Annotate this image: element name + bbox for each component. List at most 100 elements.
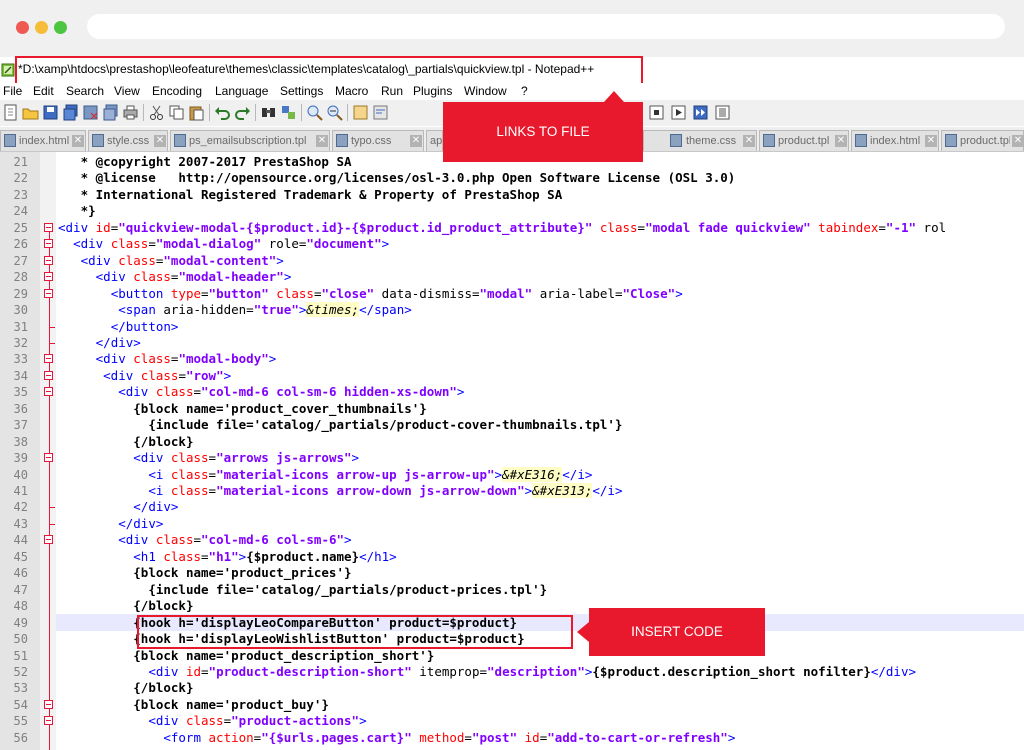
- code-editor[interactable]: 21 * @copyright 2007-2017 PrestaShop SA 2…: [0, 152, 1024, 750]
- fold-toggle-icon[interactable]: [44, 222, 53, 232]
- open-file-icon[interactable]: [22, 104, 39, 121]
- tab-theme-css[interactable]: theme.css ✕: [643, 130, 757, 151]
- copy-icon[interactable]: [168, 104, 185, 121]
- paste-icon[interactable]: [188, 104, 205, 121]
- tab-close-icon[interactable]: ✕: [316, 135, 328, 147]
- minimize-window-dot[interactable]: [35, 21, 48, 34]
- code-token: {include file='catalog/_partials/product…: [148, 417, 623, 433]
- code-token: tabindex: [818, 219, 879, 235]
- code-token: "material-icons arrow-up js-arrow-up": [216, 466, 495, 482]
- menu-run[interactable]: Run: [381, 84, 403, 98]
- code-token: </i>: [592, 483, 623, 498]
- print-icon[interactable]: [122, 104, 139, 121]
- file-icon: [4, 134, 16, 147]
- code-token: <div: [58, 219, 96, 235]
- fold-toggle-icon[interactable]: [44, 453, 53, 463]
- replace-icon[interactable]: [280, 104, 297, 121]
- tab-product-tpl[interactable]: product.tpl ✕: [759, 130, 849, 151]
- code-token: "col-md-6 col-sm-6": [201, 532, 345, 548]
- tab-close-icon[interactable]: ✕: [835, 135, 847, 147]
- tab-product-tpl-2[interactable]: product.tpl ✕: [941, 130, 1024, 151]
- tab-close-icon[interactable]: ✕: [410, 135, 422, 147]
- fold-toggle-icon[interactable]: [44, 255, 53, 265]
- tab-close-icon[interactable]: ✕: [925, 135, 937, 147]
- zoom-in-icon[interactable]: [306, 104, 323, 121]
- cut-icon[interactable]: [148, 104, 165, 121]
- fold-toggle-icon[interactable]: [44, 387, 53, 397]
- code-token: <div: [103, 367, 141, 383]
- tab-typo-css[interactable]: typo.css ✕: [332, 130, 424, 151]
- redo-icon[interactable]: [234, 104, 251, 121]
- fold-toggle-icon[interactable]: [44, 354, 53, 364]
- tab-ps-emailsubscription[interactable]: ps_emailsubscription.tpl ✕: [170, 130, 330, 151]
- code-token: class: [276, 285, 314, 301]
- close-window-dot[interactable]: [16, 21, 29, 34]
- tab-style-css[interactable]: style.css ✕: [88, 130, 168, 151]
- code-line: </button>: [58, 319, 179, 335]
- code-line: {block name='product_buy'}: [58, 697, 329, 713]
- code-token: "product-actions": [231, 713, 360, 729]
- menu-settings[interactable]: Settings: [280, 84, 323, 98]
- maximize-window-dot[interactable]: [54, 21, 67, 34]
- code-line: <div class="col-md-6 col-sm-6 hidden-xs-…: [58, 384, 464, 400]
- toolbar-separator: [255, 104, 256, 121]
- fold-toggle-icon[interactable]: [44, 699, 53, 709]
- word-wrap-icon[interactable]: [372, 104, 389, 121]
- fold-toggle-icon[interactable]: [44, 535, 53, 545]
- menu-view[interactable]: View: [114, 84, 140, 98]
- close-all-icon[interactable]: [102, 104, 119, 121]
- menu-help[interactable]: ?: [521, 84, 528, 98]
- code-line: * International Registered Trademark & P…: [58, 187, 563, 203]
- code-token: "-1": [885, 219, 917, 235]
- line-number: 49: [13, 615, 28, 630]
- line-number: 38: [13, 434, 28, 449]
- menu-edit[interactable]: Edit: [33, 84, 54, 98]
- menu-search[interactable]: Search: [66, 84, 104, 98]
- code-token: =: [464, 729, 472, 745]
- new-file-icon[interactable]: [2, 104, 19, 121]
- line-number: 29: [13, 286, 28, 301]
- line-number: 27: [13, 253, 28, 268]
- close-file-icon[interactable]: [82, 104, 99, 121]
- fold-toggle-icon[interactable]: [44, 272, 53, 282]
- menu-encoding[interactable]: Encoding: [152, 84, 202, 98]
- menu-language[interactable]: Language: [215, 84, 268, 98]
- tab-close-icon[interactable]: ✕: [1012, 135, 1024, 147]
- tab-index-html-2[interactable]: index.html ✕: [851, 130, 939, 151]
- save-macro-icon[interactable]: [714, 104, 731, 121]
- fold-toggle-icon[interactable]: [44, 716, 53, 726]
- menu-plugins[interactable]: Plugins: [413, 84, 452, 98]
- fold-toggle-icon[interactable]: [44, 288, 53, 298]
- line-number: 45: [13, 549, 28, 564]
- sync-scroll-icon[interactable]: [352, 104, 369, 121]
- line-number: 23: [13, 187, 28, 202]
- fold-toggle-icon[interactable]: [44, 370, 53, 380]
- save-icon[interactable]: [42, 104, 59, 121]
- undo-icon[interactable]: [214, 104, 231, 121]
- tab-close-icon[interactable]: ✕: [154, 135, 166, 147]
- fold-toggle-icon[interactable]: [44, 239, 53, 249]
- code-token: <div: [148, 713, 186, 729]
- tab-partial[interactable]: ap: [426, 130, 443, 151]
- code-token: {block name='product_prices'}: [133, 565, 352, 581]
- code-token: </div>: [118, 515, 164, 531]
- file-icon: [670, 134, 682, 147]
- playback-icon[interactable]: [670, 104, 687, 121]
- zoom-out-icon[interactable]: [326, 104, 343, 121]
- menu-file[interactable]: File: [3, 84, 22, 98]
- find-icon[interactable]: [260, 104, 277, 121]
- stop-recording-icon[interactable]: [648, 104, 665, 121]
- tab-close-icon[interactable]: ✕: [72, 135, 84, 147]
- run-macro-multiple-icon[interactable]: [692, 104, 709, 121]
- tab-label: ps_emailsubscription.tpl: [189, 135, 307, 147]
- menu-macro[interactable]: Macro: [335, 84, 368, 98]
- tab-index-html[interactable]: index.html ✕: [0, 130, 86, 151]
- tab-close-icon[interactable]: ✕: [743, 135, 755, 147]
- menu-window[interactable]: Window: [464, 84, 507, 98]
- address-bar[interactable]: [87, 14, 1005, 39]
- save-all-icon[interactable]: [62, 104, 79, 121]
